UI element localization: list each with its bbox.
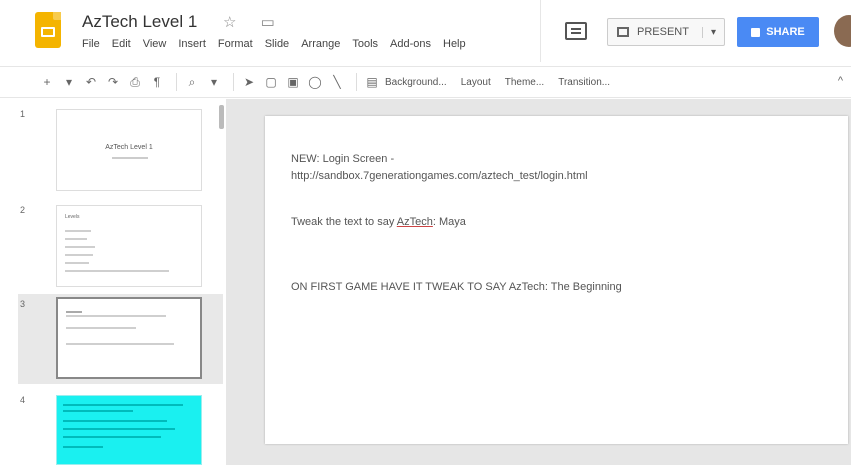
- text-box-icon[interactable]: ▢: [262, 73, 280, 91]
- menu-insert[interactable]: Insert: [178, 38, 206, 50]
- slide-filmstrip: 1 AzTech Level 1 2 Levels 3 4: [0, 99, 223, 465]
- thumbnail-line: [66, 311, 82, 313]
- menu-bar: File Edit View Insert Format Slide Arran…: [82, 38, 466, 50]
- menu-view[interactable]: View: [143, 38, 167, 50]
- thumbnail-line: [65, 262, 89, 264]
- background-button[interactable]: Background...: [385, 77, 447, 88]
- menu-format[interactable]: Format: [218, 38, 253, 50]
- slide-link-text[interactable]: http://sandbox.7generationgames.com/azte…: [291, 169, 588, 184]
- star-icon[interactable]: ☆ ▭: [223, 13, 285, 31]
- document-title[interactable]: AzTech Level 1: [82, 12, 197, 32]
- thumbnail-line: [66, 327, 136, 329]
- paint-format-icon[interactable]: ¶: [148, 73, 166, 91]
- present-button[interactable]: PRESENT ▾: [607, 18, 725, 46]
- text-segment: Tweak the text to say: [291, 216, 397, 228]
- thumbnail-line: [63, 420, 167, 422]
- thumbnail-line: [65, 238, 87, 240]
- toolbar: + ▾ ↶ ↷ ⎙ ¶ ⌕ ▾ ➤ ▢ ▣ ◯ ╲ ▤ Background..…: [0, 66, 851, 98]
- slides-logo-icon[interactable]: [35, 12, 61, 48]
- thumbnail-line: [63, 410, 133, 412]
- slide-text-line[interactable]: Tweak the text to say AzTech: Maya: [291, 215, 466, 230]
- menu-slide[interactable]: Slide: [265, 38, 289, 50]
- thumbnail-line: [63, 428, 175, 430]
- comments-icon[interactable]: [565, 22, 587, 40]
- share-label: SHARE: [766, 26, 805, 38]
- present-icon: [617, 27, 629, 37]
- thumbnail-line: [65, 254, 93, 256]
- slide-number: 3: [20, 299, 26, 309]
- slide-thumbnail-2[interactable]: Levels: [56, 205, 202, 287]
- chevron-down-icon[interactable]: ▾: [701, 26, 716, 38]
- undo-icon[interactable]: ↶: [82, 73, 100, 91]
- header-divider: [540, 0, 541, 62]
- image-icon[interactable]: ▣: [284, 73, 302, 91]
- toolbar-divider: [176, 73, 177, 91]
- transition-button[interactable]: Transition...: [558, 77, 610, 88]
- thumbnail-line: [65, 230, 91, 232]
- filmstrip-scrollbar[interactable]: [219, 105, 224, 129]
- thumbnail-line: [63, 404, 183, 406]
- menu-help[interactable]: Help: [443, 38, 466, 50]
- line-icon[interactable]: ╲: [328, 73, 346, 91]
- menu-edit[interactable]: Edit: [112, 38, 131, 50]
- thumbnail-title: Levels: [65, 214, 80, 220]
- thumbnail-line: [66, 315, 166, 317]
- share-button[interactable]: SHARE: [737, 17, 819, 47]
- slide-text-line[interactable]: ON FIRST GAME HAVE IT TWEAK TO SAY AzTec…: [291, 280, 622, 295]
- chevron-down-icon[interactable]: ▾: [60, 73, 78, 91]
- slide-thumbnail-4[interactable]: [56, 395, 202, 465]
- collapse-toolbar-icon[interactable]: ^: [838, 75, 843, 87]
- print-icon[interactable]: ⎙: [126, 73, 144, 91]
- toolbar-divider: [233, 73, 234, 91]
- select-icon[interactable]: ➤: [240, 73, 258, 91]
- slide-text-line[interactable]: NEW: Login Screen -: [291, 152, 394, 167]
- zoom-icon[interactable]: ⌕: [183, 73, 201, 91]
- current-slide[interactable]: NEW: Login Screen - http://sandbox.7gene…: [265, 116, 848, 444]
- menu-tools[interactable]: Tools: [352, 38, 378, 50]
- app-header: AzTech Level 1 ☆ ▭ File Edit View Insert…: [0, 0, 851, 62]
- theme-button[interactable]: Theme...: [505, 77, 544, 88]
- thumbnail-line: [66, 343, 174, 345]
- slide-number: 4: [20, 395, 26, 405]
- thumbnail-line: [65, 246, 95, 248]
- layout-button[interactable]: Layout: [461, 77, 491, 88]
- toolbar-divider: [356, 73, 357, 91]
- thumbnail-line: [63, 446, 103, 448]
- thumbnail-line: [65, 270, 169, 272]
- menu-arrange[interactable]: Arrange: [301, 38, 340, 50]
- thumbnail-line: [63, 436, 161, 438]
- slide-number: 2: [20, 205, 26, 215]
- lock-icon: [751, 27, 761, 37]
- slide-number: 1: [20, 109, 26, 119]
- menu-addons[interactable]: Add-ons: [390, 38, 431, 50]
- avatar[interactable]: [834, 15, 851, 47]
- misspelled-word[interactable]: AzTech: [397, 216, 433, 228]
- redo-icon[interactable]: ↷: [104, 73, 122, 91]
- thumbnail-subtitle: [112, 157, 148, 159]
- chevron-down-icon[interactable]: ▾: [205, 73, 223, 91]
- slide-thumbnail-1[interactable]: AzTech Level 1: [56, 109, 202, 191]
- slide-thumbnail-3[interactable]: [56, 297, 202, 379]
- thumbnail-title: AzTech Level 1: [105, 144, 153, 151]
- text-segment: : Maya: [432, 216, 466, 228]
- add-icon[interactable]: +: [38, 73, 56, 91]
- comment-icon[interactable]: ▤: [363, 73, 381, 91]
- menu-file[interactable]: File: [82, 38, 100, 50]
- present-label: PRESENT: [637, 26, 689, 38]
- shape-icon[interactable]: ◯: [306, 73, 324, 91]
